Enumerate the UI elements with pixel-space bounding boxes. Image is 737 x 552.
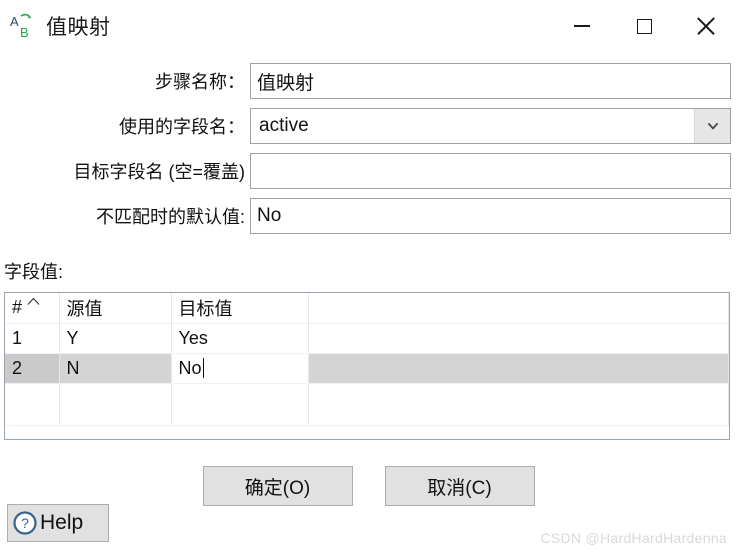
row-number-cell: 2 bbox=[5, 353, 60, 384]
minimize-icon bbox=[574, 25, 590, 27]
source-value-cell[interactable]: Y bbox=[59, 323, 172, 354]
icon-letter-a: A bbox=[10, 14, 19, 29]
table-row[interactable]: 2 N No bbox=[5, 352, 729, 384]
form-row-target-fieldname: 目标字段名 (空=覆盖) bbox=[0, 152, 737, 190]
source-value-cell[interactable] bbox=[59, 383, 172, 426]
blank-cell[interactable] bbox=[308, 383, 729, 426]
grid-caption: 字段值: bbox=[4, 262, 64, 282]
question-mark-circle-icon: ? bbox=[13, 511, 37, 535]
step-name-label: 步骤名称： bbox=[155, 72, 245, 92]
grid-header-row: # 源值 目标值 bbox=[5, 293, 729, 324]
field-values-grid[interactable]: # 源值 目标值 1 Y Yes 2 N No bbox=[4, 292, 730, 440]
dialog-button-row: 确定(O) 取消(C) bbox=[0, 466, 737, 506]
close-icon bbox=[697, 17, 715, 35]
close-button[interactable] bbox=[675, 2, 737, 50]
target-value-cell-editing[interactable]: No bbox=[170, 352, 309, 384]
column-header-blank[interactable] bbox=[308, 293, 729, 324]
minimize-button[interactable] bbox=[551, 2, 613, 50]
title-bar: A B 值映射 bbox=[0, 0, 737, 52]
text-cursor bbox=[202, 357, 204, 378]
help-button[interactable]: ? Help bbox=[7, 504, 109, 542]
default-value-input[interactable]: No bbox=[250, 198, 731, 234]
fieldname-combobox[interactable]: active bbox=[250, 108, 731, 144]
blank-cell[interactable] bbox=[308, 323, 729, 354]
row-number-cell: 1 bbox=[5, 323, 60, 354]
fieldname-dropdown-button[interactable] bbox=[694, 109, 730, 143]
value-mapper-icon: A B bbox=[9, 11, 39, 41]
value-mapper-dialog: A B 值映射 步骤名称： 值映射 使用的字段名： active 目标字段名 (… bbox=[0, 0, 737, 552]
maximize-button[interactable] bbox=[613, 2, 675, 50]
table-row[interactable] bbox=[5, 383, 729, 426]
maximize-icon bbox=[636, 18, 652, 34]
target-fieldname-input[interactable] bbox=[250, 153, 731, 189]
cancel-button[interactable]: 取消(C) bbox=[384, 466, 535, 506]
watermark: CSDN @HardHardHardenna bbox=[540, 530, 727, 546]
svg-text:?: ? bbox=[21, 515, 29, 531]
icon-letter-b: B bbox=[20, 25, 29, 40]
target-fieldname-label: 目标字段名 (空=覆盖) bbox=[73, 162, 245, 182]
default-value-value: No bbox=[257, 205, 282, 226]
form-row-fieldname: 使用的字段名： active bbox=[0, 107, 737, 145]
window-controls bbox=[551, 0, 737, 52]
form-area: 步骤名称： 值映射 使用的字段名： active 目标字段名 (空=覆盖) 不匹… bbox=[0, 62, 737, 242]
form-row-step-name: 步骤名称： 值映射 bbox=[0, 62, 737, 100]
step-name-input[interactable]: 值映射 bbox=[250, 63, 731, 99]
default-value-label: 不匹配时的默认值: bbox=[95, 207, 245, 227]
mapping-arrow-icon bbox=[20, 13, 31, 19]
ok-button[interactable]: 确定(O) bbox=[202, 466, 353, 506]
table-row[interactable]: 1 Y Yes bbox=[5, 323, 729, 354]
fieldname-label: 使用的字段名： bbox=[119, 117, 245, 137]
column-header-source[interactable]: 源值 bbox=[59, 293, 172, 324]
chevron-down-icon bbox=[707, 122, 718, 130]
fieldname-value: active bbox=[259, 115, 309, 136]
row-number-cell bbox=[5, 383, 60, 426]
blank-cell[interactable] bbox=[308, 353, 729, 384]
step-name-value: 值映射 bbox=[257, 72, 315, 94]
window-title: 值映射 bbox=[46, 16, 111, 39]
column-header-number[interactable]: # bbox=[5, 293, 60, 324]
target-value-cell[interactable] bbox=[171, 383, 309, 426]
source-value-cell[interactable]: N bbox=[59, 353, 172, 384]
sort-ascending-caret-icon bbox=[27, 297, 40, 305]
target-value-text: No bbox=[178, 357, 202, 378]
target-value-cell[interactable]: Yes bbox=[171, 323, 309, 354]
help-button-label: Help bbox=[40, 511, 84, 534]
column-header-number-label: # bbox=[12, 297, 23, 318]
column-header-target[interactable]: 目标值 bbox=[171, 293, 309, 324]
form-row-default-value: 不匹配时的默认值: No bbox=[0, 197, 737, 235]
